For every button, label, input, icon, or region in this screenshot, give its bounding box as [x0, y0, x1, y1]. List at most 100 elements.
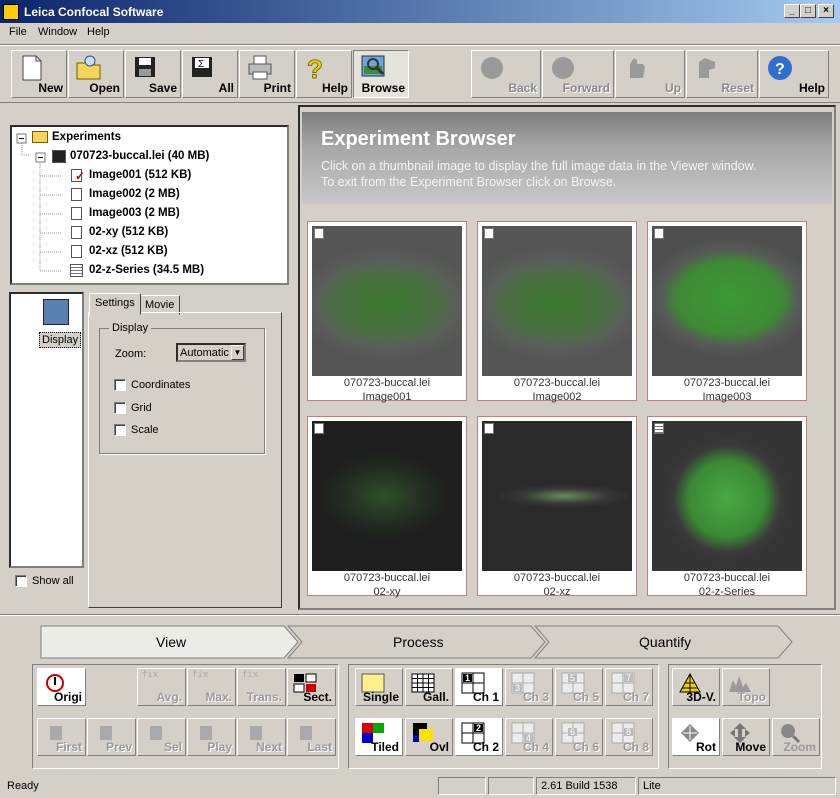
ch3-button[interactable]: 3 Ch 3: [505, 668, 553, 706]
tree-file[interactable]: 070723-buccal.lei (40 MB): [70, 150, 209, 162]
print-button[interactable]: Print: [239, 50, 295, 98]
menu-help[interactable]: Help: [87, 26, 110, 38]
image-file-icon: [71, 245, 82, 258]
forward-button[interactable]: Forward: [542, 50, 614, 98]
tree-item[interactable]: Image003 (2 MB): [89, 207, 180, 219]
thumbnail[interactable]: 070723-buccal.lei Image002: [477, 221, 637, 403]
thumbnail[interactable]: 070723-buccal.lei 02-z-Series: [647, 416, 807, 598]
single-button[interactable]: Single: [355, 668, 403, 706]
svg-text:?: ?: [775, 61, 785, 78]
ch2-button[interactable]: 2 Ch 2: [455, 718, 503, 756]
view-tab[interactable]: View: [156, 634, 186, 650]
play-button[interactable]: Play: [187, 718, 236, 756]
minimize-button[interactable]: _: [784, 4, 800, 18]
move-button[interactable]: Move: [722, 718, 770, 756]
grid-label: Grid: [131, 402, 152, 414]
topo-button[interactable]: Topo: [722, 668, 770, 706]
grid-checkbox[interactable]: [114, 402, 126, 414]
show-all-checkbox[interactable]: [15, 575, 27, 587]
thumbnail[interactable]: 070723-buccal.lei 02-xy: [307, 416, 467, 598]
thumbnail-image: [312, 226, 462, 376]
transparent-button[interactable]: fix Trans.: [237, 668, 286, 706]
tree-item[interactable]: 02-xy (512 KB): [89, 226, 168, 238]
thumbnail[interactable]: 070723-buccal.lei 02-xz: [477, 416, 637, 598]
coordinates-checkbox[interactable]: [114, 379, 126, 391]
browser-header: Experiment Browser Click on a thumbnail …: [302, 112, 832, 204]
image-stack-icon: [654, 423, 664, 434]
thumbnail-image: [312, 421, 462, 571]
maximum-button[interactable]: fix Max.: [187, 668, 236, 706]
scale-label: Scale: [131, 424, 159, 436]
select-button[interactable]: Sel: [137, 718, 186, 756]
browse-button[interactable]: Browse: [353, 50, 409, 98]
quantify-tab[interactable]: Quantify: [639, 634, 691, 650]
svg-text:Σ: Σ: [198, 59, 204, 70]
scale-checkbox[interactable]: [114, 424, 126, 436]
open-folder-icon: [76, 55, 101, 80]
display-label[interactable]: Display: [39, 332, 82, 348]
tree-item[interactable]: Image002 (2 MB): [89, 188, 180, 200]
zoom-label: Zoom:: [115, 348, 147, 360]
help-button[interactable]: ? Help: [759, 50, 829, 98]
help-context-button[interactable]: ? Help: [296, 50, 352, 98]
ch7-button[interactable]: 7 Ch 7: [605, 668, 653, 706]
reset-button[interactable]: Reset: [686, 50, 758, 98]
thumbnail-image: [482, 421, 632, 571]
svg-text:?: ?: [307, 54, 323, 82]
menu-window[interactable]: Window: [38, 26, 77, 38]
tiled-button[interactable]: Tiled: [355, 718, 403, 756]
up-button[interactable]: Up: [615, 50, 685, 98]
status-build: 2.61 Build 1538: [536, 777, 636, 795]
maximize-button[interactable]: □: [800, 4, 816, 18]
up-hand-icon: [630, 58, 645, 78]
display-monitor-icon[interactable]: [43, 299, 69, 325]
lei-file-icon: [52, 150, 66, 163]
ch4-button[interactable]: 4 Ch 4: [505, 718, 553, 756]
forward-icon: [552, 57, 574, 79]
last-button[interactable]: Last: [287, 718, 336, 756]
tab-settings[interactable]: Settings: [89, 293, 141, 315]
tree-item[interactable]: 02-xz (512 KB): [89, 245, 168, 257]
image-file-icon: [484, 228, 494, 239]
tree-item[interactable]: 02-z-Series (34.5 MB): [89, 264, 204, 276]
prev-button[interactable]: Prev: [87, 718, 136, 756]
image-file-icon: [484, 423, 494, 434]
menu-file[interactable]: File: [9, 26, 27, 38]
ch8-button[interactable]: 8 Ch 8: [605, 718, 653, 756]
close-button[interactable]: ×: [818, 4, 834, 18]
image-file-icon: [314, 228, 324, 239]
display-group-label: Display: [109, 322, 152, 334]
gallery-button[interactable]: Gall.: [405, 668, 453, 706]
zoom-button[interactable]: Zoom: [772, 718, 820, 756]
ch5-button[interactable]: 5 Ch 5: [555, 668, 603, 706]
ch6-button[interactable]: 6 Ch 6: [555, 718, 603, 756]
save-button[interactable]: Save: [125, 50, 181, 98]
back-icon: [481, 57, 503, 79]
section-button[interactable]: Sect.: [287, 668, 336, 706]
overlay-button[interactable]: Ovl: [405, 718, 453, 756]
tree-root[interactable]: Experiments: [52, 131, 121, 143]
thumbnail[interactable]: 070723-buccal.lei Image001: [307, 221, 467, 403]
save-all-button[interactable]: Σ All: [182, 50, 238, 98]
app-icon: [3, 4, 19, 20]
browser-instructions: Click on a thumbnail image to display th…: [321, 159, 757, 189]
tree-item[interactable]: Image001 (512 KB): [89, 169, 191, 181]
new-button[interactable]: New: [11, 50, 67, 98]
next-button[interactable]: Next: [237, 718, 286, 756]
rotate-button[interactable]: Rot: [672, 718, 720, 756]
thumbnail[interactable]: 070723-buccal.lei Image003: [647, 221, 807, 403]
open-button[interactable]: Open: [68, 50, 124, 98]
first-button[interactable]: First: [37, 718, 86, 756]
chevron-down-icon[interactable]: ▼: [231, 345, 244, 360]
back-button[interactable]: Back: [471, 50, 541, 98]
process-tab[interactable]: Process: [393, 634, 444, 650]
thumbnail-image: [482, 226, 632, 376]
thumbnail-image: [652, 226, 802, 376]
3d-view-button[interactable]: 3D-V.: [672, 668, 720, 706]
average-button[interactable]: fix Avg.: [137, 668, 186, 706]
zoom-select[interactable]: Automatic ▼: [176, 343, 246, 362]
reset-hand-icon: [699, 58, 715, 78]
ch1-button[interactable]: 1 Ch 1: [455, 668, 503, 706]
title-bar: Leica Confocal Software _ □ ×: [0, 0, 840, 23]
original-button[interactable]: Origi: [37, 668, 86, 706]
